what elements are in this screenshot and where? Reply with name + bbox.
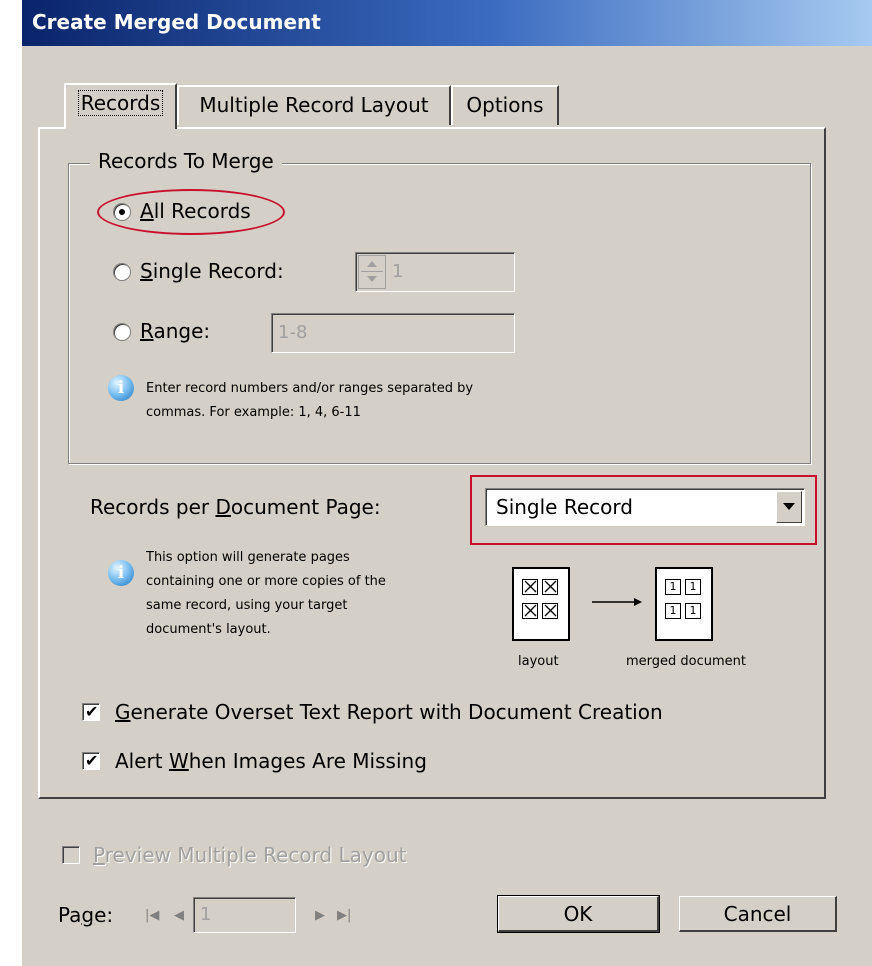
- placeholder-frame-icon: [522, 603, 538, 619]
- range-value: 1-8: [278, 322, 308, 343]
- alert-images-label-start: Alert: [115, 749, 169, 773]
- alert-images-label[interactable]: Alert When Images Are Missing: [115, 749, 427, 773]
- page-label-end: e:: [94, 903, 114, 927]
- highlight-ellipse: [97, 189, 285, 235]
- single-record-label-text: ingle Record:: [152, 259, 284, 283]
- single-record-value: 1: [392, 261, 404, 282]
- single-record-stepper[interactable]: 1: [355, 252, 515, 292]
- dropdown-button[interactable]: [776, 491, 802, 523]
- merged-diagram: 1 1 1 1: [655, 567, 713, 641]
- info-icon-2: i: [108, 560, 134, 586]
- merged-caption: merged document: [626, 654, 747, 669]
- first-page-icon[interactable]: |◀: [145, 908, 159, 923]
- page-number-value: 1: [200, 904, 212, 925]
- records-to-merge-label: Records To Merge: [90, 149, 282, 173]
- single-record-label[interactable]: Single Record:: [140, 259, 284, 283]
- checkmark-icon: ✔: [85, 751, 99, 770]
- tab-records-label: Records: [77, 90, 164, 116]
- window-title: Create Merged Document: [32, 10, 321, 34]
- overset-report-label-text: enerate Overset Text Report with Documen…: [130, 700, 663, 724]
- record-cell: 1: [685, 603, 701, 619]
- rpp-info-line2: containing one or more copies of the: [146, 574, 386, 589]
- layout-caption: layout: [518, 654, 559, 669]
- layout-diagram: [512, 567, 570, 641]
- page-label: Page:: [58, 903, 114, 927]
- placeholder-frame-icon: [522, 579, 538, 595]
- stepper-buttons[interactable]: [358, 255, 386, 289]
- page-number-input[interactable]: 1: [193, 897, 296, 933]
- records-info-text: Enter record numbers and/or ranges separ…: [146, 377, 473, 425]
- records-info-line1: Enter record numbers and/or ranges separ…: [146, 381, 474, 396]
- arrow-right-icon: [592, 598, 642, 606]
- record-cell: 1: [665, 603, 681, 619]
- ok-button[interactable]: OK: [497, 895, 660, 933]
- cancel-button-label: Cancel: [723, 902, 792, 926]
- title-bar[interactable]: Create Merged Document: [22, 0, 872, 46]
- records-per-page-info: This option will generate pages containi…: [146, 546, 386, 642]
- dropdown-arrow-icon: [783, 503, 795, 510]
- page-label-start: Pa: [58, 903, 82, 927]
- info-icon: i: [108, 375, 134, 401]
- rpp-info-line1: This option will generate pages: [146, 550, 350, 565]
- range-input[interactable]: 1-8: [271, 313, 515, 353]
- tab-multiple-record-layout-label: Multiple Record Layout: [199, 93, 429, 117]
- preview-label[interactable]: Preview Multiple Record Layout: [93, 843, 406, 867]
- records-per-page-value: Single Record: [496, 495, 633, 519]
- checkmark-icon: ✔: [85, 702, 99, 721]
- ok-button-label: OK: [563, 902, 593, 926]
- stepper-up-icon[interactable]: [367, 261, 377, 267]
- records-info-line2: commas. For example: 1, 4, 6-11: [146, 405, 361, 420]
- record-cell: 1: [665, 579, 681, 595]
- preview-label-text: review Multiple Record Layout: [104, 843, 407, 867]
- overset-report-label[interactable]: Generate Overset Text Report with Docume…: [115, 700, 663, 724]
- single-record-radio[interactable]: [113, 263, 131, 281]
- range-label-text: ange:: [153, 319, 211, 343]
- rpp-info-line3: same record, using your target: [146, 598, 348, 613]
- tab-records[interactable]: Records: [64, 83, 177, 129]
- tab-options[interactable]: Options: [451, 85, 559, 125]
- rpp-info-line4: document's layout.: [146, 622, 271, 637]
- records-per-page-label: Records per Document Page:: [90, 495, 381, 519]
- records-per-page-label-start: Records per: [90, 495, 216, 519]
- alert-images-label-end: hen Images Are Missing: [188, 749, 427, 773]
- placeholder-frame-icon: [542, 579, 558, 595]
- placeholder-frame-icon: [542, 603, 558, 619]
- tab-options-label: Options: [466, 93, 544, 117]
- cancel-button[interactable]: Cancel: [679, 896, 837, 932]
- records-per-page-label-end: ocument Page:: [230, 495, 381, 519]
- range-label[interactable]: Range:: [140, 319, 210, 343]
- records-per-page-select[interactable]: Single Record: [485, 488, 805, 526]
- next-page-icon[interactable]: ▶: [315, 908, 325, 923]
- preview-checkbox[interactable]: [62, 846, 80, 864]
- overset-report-checkbox[interactable]: ✔: [82, 702, 100, 721]
- alert-images-checkbox[interactable]: ✔: [82, 751, 100, 770]
- stepper-divider: [361, 271, 383, 272]
- range-radio[interactable]: [113, 323, 131, 341]
- tab-multiple-record-layout[interactable]: Multiple Record Layout: [177, 85, 451, 125]
- previous-page-icon[interactable]: ◀: [174, 908, 184, 923]
- record-cell: 1: [685, 579, 701, 595]
- stepper-down-icon[interactable]: [367, 276, 377, 282]
- last-page-icon[interactable]: ▶|: [337, 908, 351, 923]
